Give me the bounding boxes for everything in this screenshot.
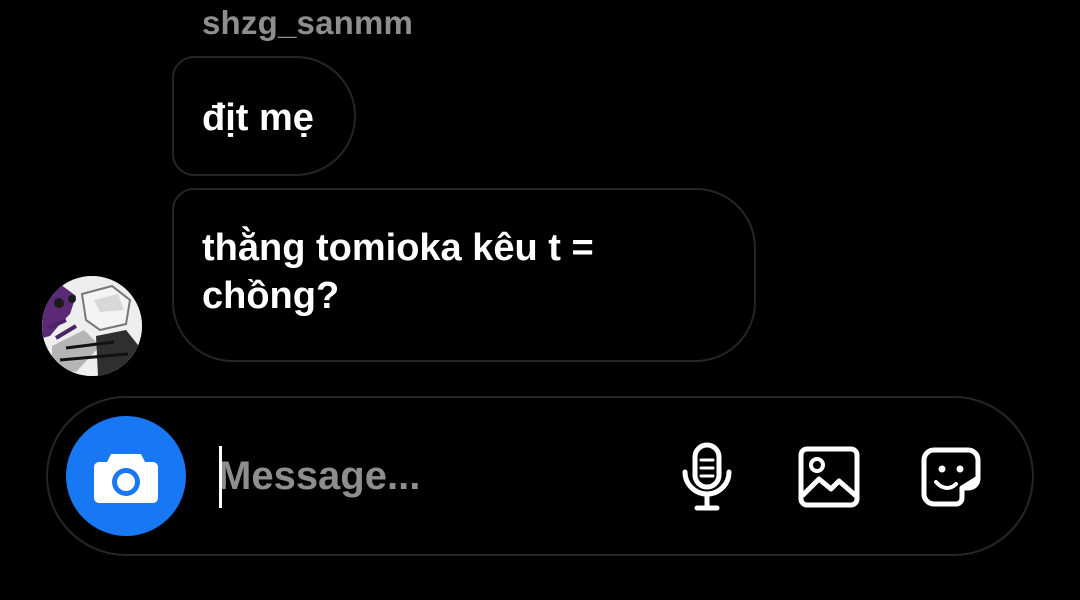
avatar-illustration (42, 276, 142, 376)
message-bubble[interactable]: địt mẹ (172, 56, 356, 176)
voice-message-button[interactable] (672, 442, 742, 512)
media-gallery-button[interactable] (794, 442, 864, 512)
avatar[interactable] (42, 276, 142, 376)
message-text: thằng tomioka kêu t = chồng? (202, 227, 594, 317)
message-composer (46, 396, 1034, 556)
sender-username: shzg_sanmm (202, 4, 414, 41)
message-text: địt mẹ (202, 97, 314, 139)
text-cursor (219, 446, 222, 508)
camera-button[interactable] (66, 416, 186, 536)
microphone-icon (682, 442, 732, 511)
sticker-button[interactable] (916, 442, 986, 512)
message-bubble[interactable]: thằng tomioka kêu t = chồng? (172, 188, 756, 362)
camera-icon (94, 454, 158, 503)
message-input[interactable] (218, 444, 638, 508)
sticker-icon (921, 447, 981, 507)
gallery-icon (798, 446, 860, 508)
